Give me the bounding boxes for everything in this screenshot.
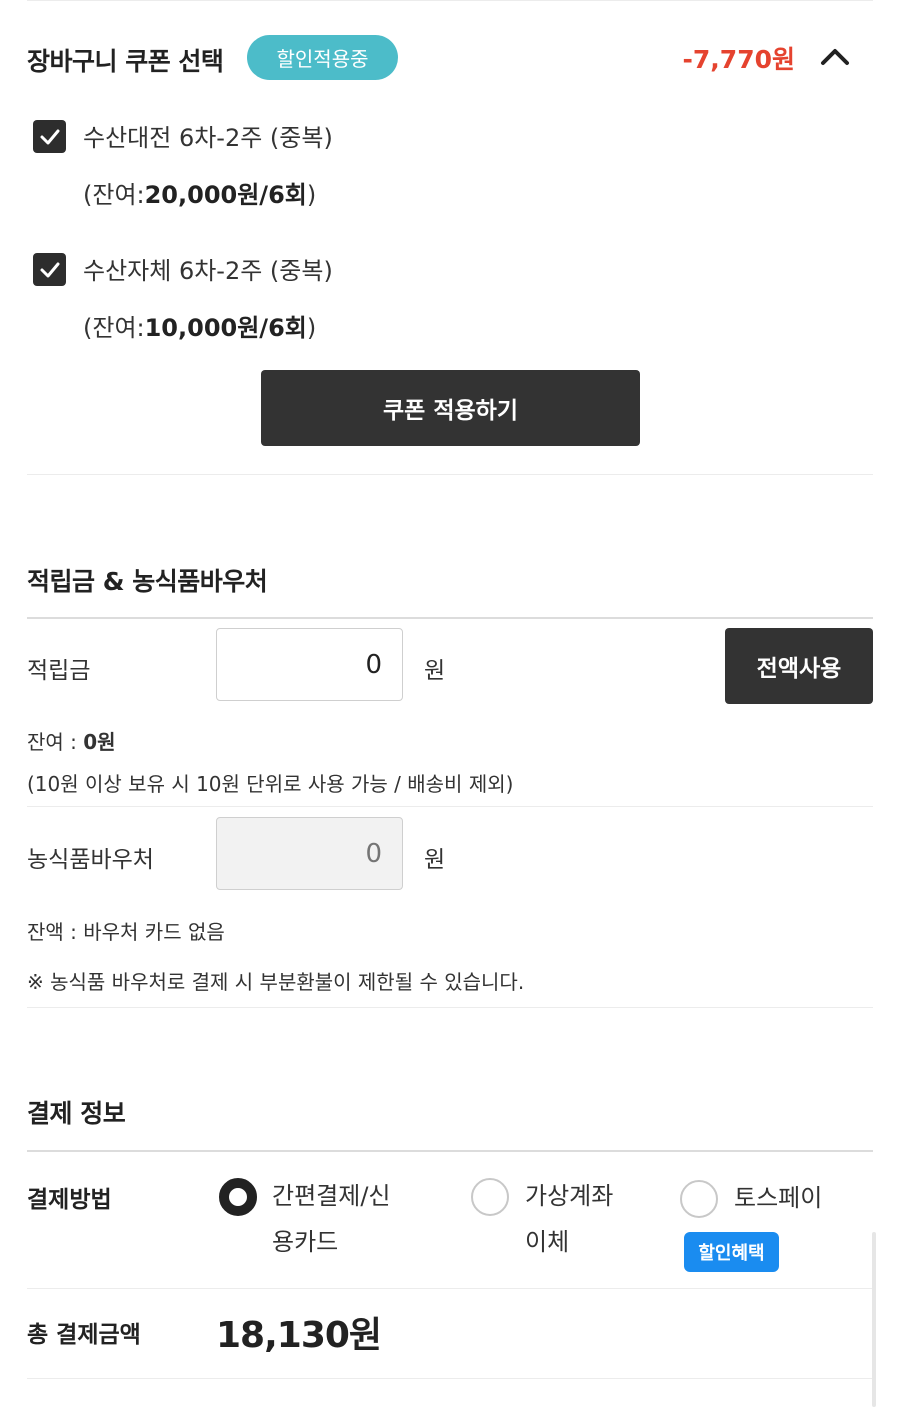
apply-coupon-button[interactable]: 쿠폰 적용하기 (261, 370, 640, 446)
points-section-rule (27, 617, 873, 619)
payment-option-easy-card[interactable]: 간편결제/신 용카드 (272, 1173, 391, 1265)
coupon-name-2: 수산자체 6차-2주 (중복) (83, 257, 333, 285)
points-unit: 원 (424, 658, 446, 684)
points-input[interactable] (216, 628, 403, 701)
payment-method-label: 결제방법 (27, 1187, 112, 1213)
chevron-up-icon[interactable] (820, 44, 850, 68)
coupon-section-divider (27, 474, 873, 475)
top-divider (27, 0, 873, 1)
coupon-balance-2: (잔여:10,000원/6회) (83, 314, 317, 342)
voucher-refund-note: ※ 농식품 바우처로 결제 시 부분환불이 제한될 수 있습니다. (27, 970, 525, 994)
radio-virtual-account[interactable] (471, 1178, 509, 1216)
payment-divider (27, 1288, 873, 1289)
voucher-unit: 원 (424, 847, 446, 873)
coupon-checkbox-1[interactable] (33, 120, 66, 153)
coupon-section-title: 장바구니 쿠폰 선택 (27, 47, 224, 76)
coupon-checkbox-2[interactable] (33, 253, 66, 286)
radio-easy-card[interactable] (219, 1178, 257, 1216)
points-section-title: 적립금 & 농식품바우처 (27, 567, 268, 596)
bottom-divider (27, 1378, 873, 1379)
coupon-balance-1: (잔여:20,000원/6회) (83, 181, 317, 209)
check-icon (40, 262, 59, 277)
payment-option-virtual-account[interactable]: 가상계좌 이체 (525, 1173, 613, 1265)
total-amount-value: 18,130원 (216, 1315, 382, 1356)
points-balance: 잔여 : 0원 (27, 730, 116, 754)
radio-tosspay[interactable] (680, 1180, 718, 1218)
tosspay-discount-badge: 할인혜택 (684, 1232, 779, 1272)
payment-section-title: 결제 정보 (27, 1099, 126, 1128)
voucher-balance: 잔액 : 바우처 카드 없음 (27, 920, 225, 944)
voucher-input[interactable] (216, 817, 403, 890)
discount-applied-badge: 할인적용중 (247, 35, 398, 80)
points-divider (27, 806, 873, 807)
points-label: 적립금 (27, 658, 91, 684)
scrollbar[interactable] (872, 1232, 876, 1407)
total-amount-label: 총 결제금액 (27, 1322, 141, 1348)
payment-option-tosspay[interactable]: 토스페이 (734, 1175, 822, 1221)
coupon-discount-amount: -7,770원 (682, 45, 795, 74)
points-usage-note: (10원 이상 보유 시 10원 단위로 사용 가능 / 배송비 제외) (27, 772, 514, 796)
voucher-divider (27, 1007, 873, 1008)
voucher-label: 농식품바우처 (27, 847, 154, 873)
coupon-name-1: 수산대전 6차-2주 (중복) (83, 124, 333, 152)
use-all-points-button[interactable]: 전액사용 (725, 628, 873, 704)
check-icon (40, 129, 59, 144)
payment-section-rule (27, 1150, 873, 1152)
